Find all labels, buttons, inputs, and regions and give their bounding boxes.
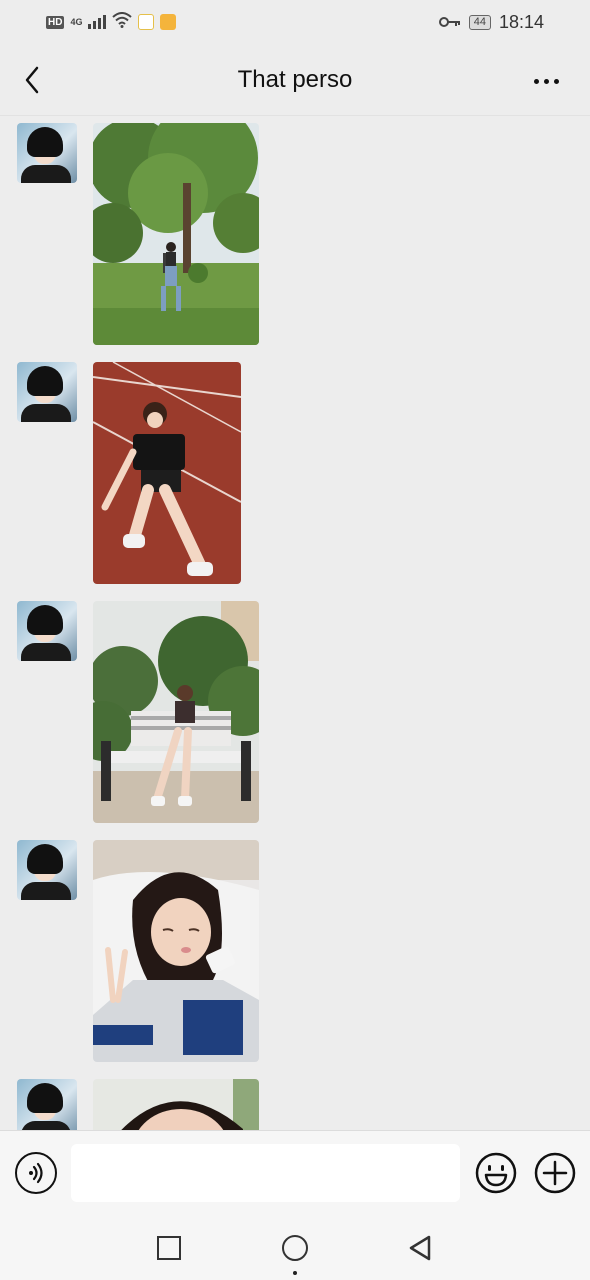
nav-indicator-dot — [293, 1271, 297, 1275]
voice-icon[interactable] — [15, 1152, 57, 1194]
network-type-label: 4G — [70, 17, 83, 27]
hd-badge: HD — [46, 15, 65, 29]
app-notification-icon-2 — [160, 14, 177, 30]
photo-message[interactable] — [93, 123, 259, 345]
status-bar: HD 4G 44 18:14 — [0, 0, 590, 44]
chat-title: That perso — [237, 65, 353, 93]
wifi-icon — [112, 11, 133, 33]
plus-icon[interactable] — [534, 1152, 576, 1194]
more-dots-icon[interactable] — [526, 66, 566, 96]
chat-message-list[interactable] — [0, 117, 590, 1130]
emoji-icon[interactable] — [475, 1152, 517, 1194]
battery-icon: 44 — [468, 14, 491, 30]
system-navigation-bar — [0, 1216, 590, 1280]
clock-time: 18:14 — [498, 11, 544, 32]
key-icon — [438, 12, 461, 33]
status-right-group: 44 18:14 — [438, 11, 544, 33]
message-text-input[interactable] — [71, 1144, 460, 1202]
back-triangle-icon[interactable] — [406, 1234, 434, 1262]
chat-header: That perso — [0, 44, 590, 116]
photo-message[interactable] — [93, 840, 259, 1062]
photo-message[interactable] — [93, 601, 259, 823]
avatar[interactable] — [17, 840, 77, 900]
avatar[interactable] — [17, 1079, 77, 1130]
home-icon[interactable] — [282, 1235, 308, 1261]
avatar[interactable] — [17, 123, 77, 183]
recent-apps-icon[interactable] — [157, 1236, 181, 1260]
app-notification-icon — [138, 14, 155, 30]
avatar[interactable] — [17, 601, 77, 661]
photo-message[interactable] — [93, 362, 241, 584]
signal-icon — [88, 15, 107, 29]
message-input-bar — [0, 1130, 590, 1216]
photo-message[interactable] — [93, 1079, 259, 1130]
avatar[interactable] — [17, 362, 77, 422]
status-left-group: HD 4G — [46, 11, 177, 33]
chevron-left-icon[interactable] — [14, 62, 50, 98]
